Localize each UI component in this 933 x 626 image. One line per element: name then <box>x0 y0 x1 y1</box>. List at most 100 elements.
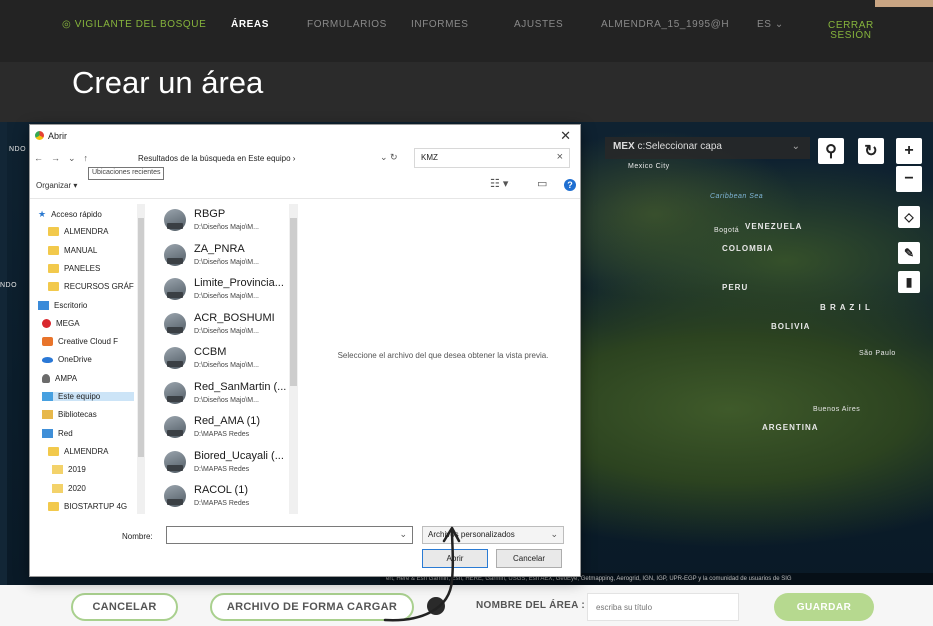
nav-settings[interactable]: AJUSTES <box>514 19 563 30</box>
tree-item[interactable]: MEGA <box>42 318 80 328</box>
tree-item[interactable]: ALMENDRA <box>48 446 109 456</box>
tree-item[interactable]: Creative Cloud F <box>42 337 118 347</box>
preview-pane-icon[interactable]: ▭ <box>537 177 547 190</box>
tree-item[interactable]: Red <box>42 428 73 438</box>
address-dropdown-icon[interactable]: ⌄ ↻ <box>380 152 398 163</box>
tree-item-label: 2019 <box>68 465 86 475</box>
open-button[interactable]: Abrir <box>422 549 488 568</box>
tree-item[interactable]: Este equipo <box>42 392 134 401</box>
tree-scroll-thumb[interactable] <box>138 218 144 457</box>
folder-icon <box>42 392 53 401</box>
file-name: ZA_PNRA <box>194 242 245 255</box>
dialog-address-path[interactable]: Resultados de la búsqueda en Este equipo… <box>138 154 295 163</box>
file-list-item[interactable]: ACR_BOSHUMI D:\Diseños Majo\M... <box>164 307 288 341</box>
file-name: CCBM <box>194 346 227 358</box>
edit-button[interactable]: ✎ <box>898 242 920 264</box>
file-list-item[interactable]: Limite_Provincia... D:\Diseños Majo\M... <box>164 272 288 306</box>
dialog-title: Abrir <box>48 131 68 141</box>
tree-scrollbar[interactable] <box>137 204 145 514</box>
zoom-in-button[interactable]: + <box>896 138 922 164</box>
file-list-scrollbar[interactable] <box>289 204 298 514</box>
folder-icon <box>52 465 63 475</box>
file-list-item[interactable]: ZA_PNRA D:\Diseños Majo\M... <box>164 238 288 272</box>
dialog-help-icon[interactable]: ? <box>564 179 576 191</box>
file-list-item[interactable]: RBGP D:\Diseños Majo\M... <box>164 203 288 237</box>
tree-item-label: Red <box>58 428 73 438</box>
file-path: D:\Diseños Majo\M... <box>194 293 259 300</box>
tree-item-label: ALMENDRA <box>64 446 109 456</box>
file-path: D:\Diseños Majo\M... <box>194 327 259 335</box>
tree-item-label: AMPA <box>55 373 78 383</box>
clear-search-icon[interactable]: × <box>557 151 563 163</box>
back-arrow-icon[interactable]: ← <box>34 153 43 163</box>
search-icon: ⚲ <box>825 143 837 160</box>
folder-icon <box>42 318 51 328</box>
draw-polygon-button[interactable]: ◇ <box>898 206 920 228</box>
help-icon[interactable] <box>427 597 445 615</box>
forward-arrow-icon[interactable]: → <box>51 153 60 163</box>
map-refresh-button[interactable]: ↻ <box>858 138 884 164</box>
nav-user[interactable]: ALMENDRA_15_1995@H <box>601 19 729 30</box>
folder-icon <box>42 410 53 420</box>
recent-dropdown-icon[interactable]: ⌄ <box>68 153 76 163</box>
polygon-icon: ◇ <box>904 210 914 224</box>
file-scroll-thumb[interactable] <box>290 218 297 386</box>
tree-item-label: MEGA <box>56 318 80 328</box>
dialog-cancel-button[interactable]: Cancelar <box>496 549 562 568</box>
upload-shapefile-button[interactable]: ARCHIVO DE FORMA CARGAR <box>210 593 414 621</box>
logout-button[interactable]: CERRAR SESIÓN <box>828 21 874 41</box>
file-path: D:\Diseños Majo\M... <box>194 396 259 404</box>
nav-reports[interactable]: INFORMES <box>411 19 469 30</box>
layer-select[interactable]: MEX c:Seleccionar capa ⌄ <box>605 137 810 159</box>
tree-item[interactable]: OneDrive <box>42 355 92 364</box>
dialog-close-button[interactable]: ✕ <box>560 128 571 144</box>
file-path: D:\Diseños Majo\M... <box>194 258 259 266</box>
map-search-button[interactable]: ⚲ <box>818 138 844 164</box>
folder-icon <box>48 245 59 255</box>
view-options-icon[interactable]: ☷ ▾ <box>490 177 508 190</box>
layer-select-prefix: MEX <box>613 141 635 152</box>
language-selector[interactable]: ES ⌄ <box>757 19 784 30</box>
area-name-input[interactable] <box>587 593 739 621</box>
map-label-argentina: ARGENTINA <box>762 423 819 432</box>
file-list-item[interactable]: Red_AMA (1) D:\MAPAS Redes <box>164 410 288 444</box>
tree-item[interactable]: BIOSTARTUP 4G <box>48 501 128 511</box>
cancel-button[interactable]: CANCELAR <box>71 593 178 621</box>
tree-item[interactable]: PANELES <box>48 263 100 273</box>
tree-item[interactable]: Escritorio <box>38 300 87 310</box>
brand-link[interactable]: ◎ VIGILANTE DEL BOSQUE <box>62 19 206 30</box>
tree-item[interactable]: ALMENDRA <box>48 227 108 237</box>
nav-areas[interactable]: ÁREAS <box>231 19 269 30</box>
file-path: D:\MAPAS Redes <box>194 431 250 438</box>
tree-item[interactable]: RECURSOS GRÁF <box>48 282 134 292</box>
save-button[interactable]: GUARDAR <box>774 593 874 621</box>
tree-item[interactable]: AMPA <box>42 373 78 383</box>
file-type-filter[interactable]: Archivos personalizados ⌄ <box>422 526 564 544</box>
tree-item[interactable]: MANUAL <box>48 245 97 255</box>
map-label-edge-2: NDO <box>0 282 18 289</box>
tree-item-label: BIOSTARTUP 4G <box>64 501 128 511</box>
file-name-input[interactable]: ⌄ <box>166 526 413 544</box>
file-list-item[interactable]: Biored_Ucayali (... D:\MAPAS Redes <box>164 445 288 479</box>
dialog-search-input[interactable]: KMZ × <box>414 148 570 168</box>
organize-menu[interactable]: Organizar ▾ <box>36 181 77 190</box>
chrome-icon <box>35 131 44 140</box>
file-list-item[interactable]: Red_SanMartin (... D:\Diseños Majo\M... <box>164 376 288 410</box>
tree-item[interactable]: Bibliotecas <box>42 410 97 420</box>
zoom-out-button[interactable]: − <box>896 166 922 192</box>
delete-button[interactable]: ▮ <box>898 271 920 293</box>
tree-item[interactable]: ★ Acceso rápido <box>38 209 102 220</box>
map-label-sao-paulo: São Paulo <box>859 350 896 357</box>
tree-item[interactable]: 2020 <box>52 483 86 493</box>
up-arrow-icon[interactable]: ↑ <box>84 153 89 163</box>
tree-item[interactable]: 2019 <box>52 465 86 475</box>
nav-forms[interactable]: FORMULARIOS <box>307 19 387 30</box>
map-label-colombia: COLOMBIA <box>722 244 774 253</box>
map-label-peru: PERU <box>722 283 749 292</box>
chevron-down-icon[interactable]: ⌄ <box>399 529 407 540</box>
map-label-buenos-aires: Buenos Aires <box>813 406 861 413</box>
tree-item-label: OneDrive <box>58 355 92 365</box>
file-list-item[interactable]: RACOL (1) D:\MAPAS Redes <box>164 479 288 513</box>
file-list-item[interactable]: CCBM D:\Diseños Majo\M... <box>164 341 288 375</box>
preview-placeholder: Seleccione el archivo del que desea obte… <box>337 351 549 360</box>
